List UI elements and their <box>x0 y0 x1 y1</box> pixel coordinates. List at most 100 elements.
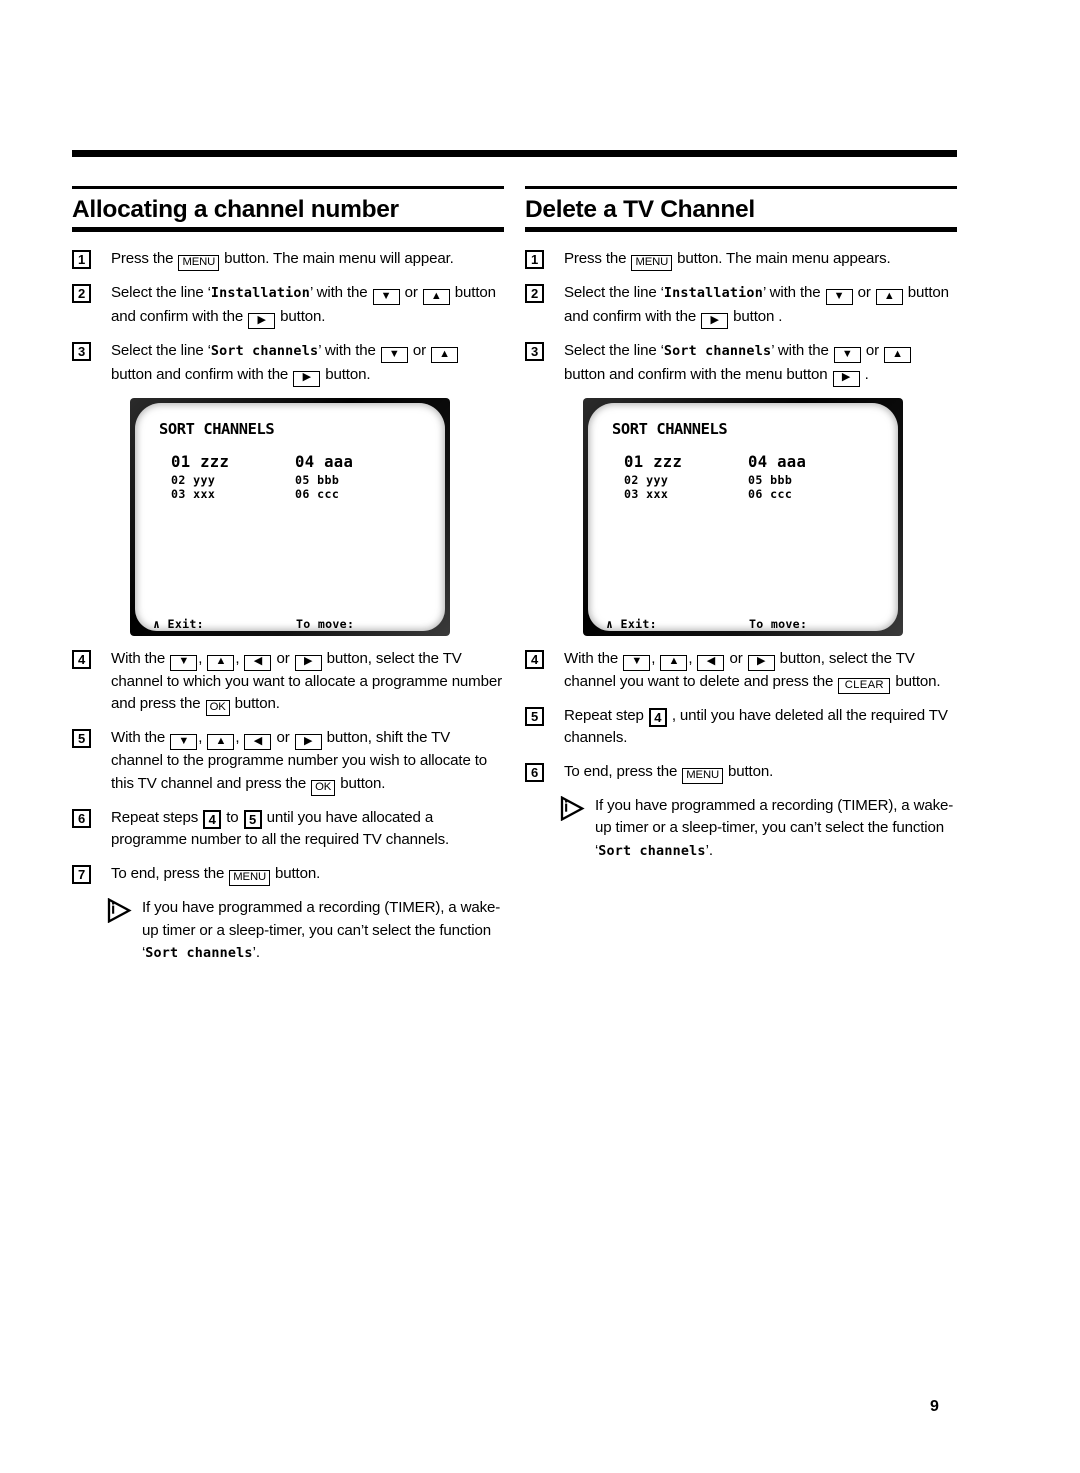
osd-row: 01 zzz <box>624 453 682 471</box>
osd-row: 02 yyy <box>624 473 682 487</box>
tv-screen: SORT CHANNELS 01 zzz 02 yyy 03 xxx 04 aa… <box>135 402 445 631</box>
instruction-step: 5 With the ▼, ▲, ◀ or ▶ button, shift the… <box>72 727 504 796</box>
osd-channel-number: 01 <box>171 452 201 471</box>
up-arrow-key-icon[interactable]: ▲ <box>884 347 911 364</box>
ok-key-icon[interactable]: OK <box>205 700 230 717</box>
right-arrow-key-icon[interactable]: ▶ <box>832 370 860 387</box>
osd-channel-number: 01 <box>624 452 654 471</box>
right-arrow-key-icon[interactable]: ▶ <box>294 654 322 671</box>
tv-screen: SORT CHANNELS 01 zzz 02 yyy 03 xxx 04 aa… <box>588 402 898 631</box>
heading-rule-bottom <box>525 227 957 233</box>
osd-channel-name: yyy <box>193 472 216 487</box>
step-number-badge: 2 <box>525 284 544 304</box>
osd-footer-move: To move: press OK <box>749 617 807 631</box>
down-arrow-key-icon[interactable]: ▼ <box>825 289 853 306</box>
step-text: Select the line ‘Installation’ with the … <box>111 284 496 330</box>
right-arrow-key-icon[interactable]: ▶ <box>701 313 729 330</box>
osd-channel-number: 04 <box>748 452 778 471</box>
left-arrow-key-icon[interactable]: ◀ <box>244 734 272 751</box>
osd-channel-name: aaa <box>324 452 354 471</box>
step-number-badge: 1 <box>72 250 91 270</box>
instruction-step: 6 Repeat steps 4 to 5 until you have allo… <box>72 807 504 852</box>
right-arrow-key-icon[interactable]: ▶ <box>294 734 322 751</box>
steps-after-illustration-left: 4 With the ▼, ▲, ◀ or ▶ button, select th… <box>72 648 504 887</box>
menu-key-icon[interactable]: MENU <box>178 255 220 272</box>
right-arrow-key-icon[interactable]: ▶ <box>293 370 321 387</box>
osd-footer-line: ∧ Exit: <box>606 616 657 631</box>
osd-row: 06 ccc <box>748 487 806 501</box>
osd-row: 03 xxx <box>624 487 682 501</box>
step-reference-5: 5 <box>243 809 262 829</box>
step-reference-4: 4 <box>203 809 222 829</box>
ok-key-icon[interactable]: OK <box>311 779 336 796</box>
left-arrow-key-icon[interactable]: ◀ <box>697 654 725 671</box>
osd-channel-number: 06 <box>295 486 318 501</box>
down-arrow-key-icon[interactable]: ▼ <box>170 734 198 751</box>
osd-row: 06 ccc <box>295 487 353 501</box>
osd-title: SORT CHANNELS <box>612 419 728 438</box>
step-number-badge: 3 <box>525 342 544 362</box>
osd-channel-name: bbb <box>317 472 340 487</box>
instruction-step: 1 Press the MENU button. The main menu ap… <box>525 248 957 272</box>
menu-function-name: Sort channels <box>145 946 253 962</box>
menu-function-name: Installation <box>663 286 763 302</box>
right-arrow-key-icon[interactable]: ▶ <box>747 654 775 671</box>
page-title-right: Delete a TV Channel <box>525 196 755 223</box>
osd-row: 02 yyy <box>171 473 229 487</box>
step-number-badge: 5 <box>72 729 91 749</box>
down-arrow-key-icon[interactable]: ▼ <box>372 289 400 306</box>
up-arrow-key-icon[interactable]: ▲ <box>207 734 235 751</box>
manual-page: Allocating a channel number 1 Press the M… <box>0 0 1080 1473</box>
down-arrow-key-icon[interactable]: ▼ <box>380 347 408 364</box>
osd-footer-move: To move: press OK <box>296 617 354 631</box>
up-arrow-key-icon[interactable]: ▲ <box>660 654 688 671</box>
osd-row: 04 aaa <box>748 453 806 471</box>
tv-illustration-right: SORT CHANNELS 01 zzz 02 yyy 03 xxx 04 aa… <box>583 397 957 636</box>
heading-rule-bottom <box>72 227 504 233</box>
page-top-rule <box>72 150 957 157</box>
step-number-badge: 1 <box>525 250 544 270</box>
step-number-badge: 7 <box>72 865 91 885</box>
down-arrow-key-icon[interactable]: ▼ <box>833 347 861 364</box>
up-arrow-key-icon[interactable]: ▲ <box>875 289 903 306</box>
left-arrow-key-icon[interactable]: ◀ <box>244 654 272 671</box>
osd-channel-name: xxx <box>646 486 669 501</box>
right-arrow-key-icon[interactable]: ▶ <box>248 313 276 330</box>
menu-key-icon[interactable]: MENU <box>229 870 270 887</box>
up-arrow-key-icon[interactable]: ▲ <box>422 289 450 306</box>
menu-key-icon[interactable]: MENU <box>682 767 723 784</box>
step-reference-4: 4 <box>648 707 667 727</box>
step-text: With the ▼, ▲, ◀ or ▶ button, select the… <box>564 650 941 694</box>
menu-function-name: Sort channels <box>663 344 772 360</box>
osd-row: 04 aaa <box>295 453 353 471</box>
up-arrow-key-icon[interactable]: ▲ <box>431 347 458 364</box>
instruction-step: 4 With the ▼, ▲, ◀ or ▶ button, select th… <box>525 648 957 694</box>
step-text: Repeat step 4 , until you have deleted a… <box>564 706 948 747</box>
osd-channel-name: bbb <box>770 472 793 487</box>
column-delete-tv-channel: Delete a TV Channel 1 Press the MENU butt… <box>525 186 957 864</box>
osd-footer-exit: ∧ Exit: ∨ press MENU <box>153 617 240 631</box>
step-text: With the ▼, ▲, ◀ or ▶ button, shift the … <box>111 729 487 796</box>
down-arrow-key-icon[interactable]: ▼ <box>170 654 198 671</box>
steps-before-illustration-right: 1 Press the MENU button. The main menu ap… <box>525 248 957 387</box>
osd-channel-number: 02 <box>171 472 194 487</box>
info-arrow-icon <box>106 897 132 924</box>
page-number: 9 <box>930 1398 939 1415</box>
tv-illustration-left: SORT CHANNELS 01 zzz 02 yyy 03 xxx 04 aa… <box>130 397 504 636</box>
menu-function-name: Sort channels <box>210 344 319 360</box>
clear-key-icon[interactable]: CLEAR <box>838 677 891 694</box>
menu-function-name: Sort channels <box>598 844 706 860</box>
tv-bezel: SORT CHANNELS 01 zzz 02 yyy 03 xxx 04 aa… <box>583 397 903 636</box>
osd-channel-name: yyy <box>646 472 669 487</box>
osd-footer-line: To move: <box>296 616 355 631</box>
osd-channel-number: 05 <box>295 472 318 487</box>
step-number-badge: 5 <box>525 706 544 726</box>
menu-key-icon[interactable]: MENU <box>631 255 673 272</box>
osd-column-left: 01 zzz 02 yyy 03 xxx <box>624 453 682 501</box>
step-text: Select the line ‘Sort channels’ with the… <box>111 342 459 387</box>
note-text: If you have programmed a recording (TIME… <box>142 899 501 962</box>
up-arrow-key-icon[interactable]: ▲ <box>207 654 235 671</box>
down-arrow-key-icon[interactable]: ▼ <box>623 654 651 671</box>
osd-column-right: 04 aaa 05 bbb 06 ccc <box>748 453 806 501</box>
osd-row: 05 bbb <box>295 473 353 487</box>
